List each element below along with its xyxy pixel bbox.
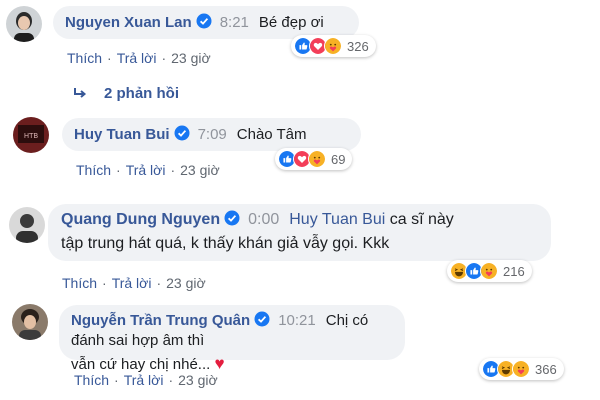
comment-age[interactable]: 23 giờ — [180, 162, 220, 178]
like-link[interactable]: Thích — [76, 162, 111, 178]
view-replies-link[interactable]: 2 phản hồi — [72, 85, 179, 102]
reply-link[interactable]: Trả lời — [117, 50, 157, 66]
comment-actions: Thích · Trả lời · 23 giờ — [74, 372, 218, 388]
like-link[interactable]: Thích — [74, 372, 109, 388]
comment-author[interactable]: Nguyen Xuan Lan — [65, 14, 192, 31]
avatar[interactable] — [6, 6, 42, 42]
mention-link[interactable]: Huy Tuan Bui — [289, 211, 385, 228]
reaction-summary[interactable]: 216 — [447, 260, 532, 282]
comment-text: Bé đẹp ơi — [258, 14, 324, 31]
care-icon — [324, 37, 342, 55]
comment-age[interactable]: 23 giờ — [178, 372, 218, 388]
comment-timestamp[interactable]: 0:00 — [248, 211, 279, 228]
comment-actions: Thích · Trả lời · 23 giờ — [76, 162, 220, 178]
svg-text:HTB: HTB — [24, 132, 39, 140]
verified-badge-icon — [174, 125, 190, 141]
comment-text: Chào Tâm — [236, 126, 307, 143]
avatar[interactable] — [9, 207, 45, 243]
comment-timestamp[interactable]: 10:21 — [278, 312, 316, 329]
avatar[interactable] — [12, 304, 48, 340]
care-icon — [480, 262, 498, 280]
avatar[interactable]: HTB — [13, 117, 49, 153]
reaction-count: 366 — [535, 361, 557, 377]
comment-author[interactable]: Huy Tuan Bui — [74, 126, 170, 143]
comment-author[interactable]: Nguyễn Trần Trung Quân — [71, 312, 250, 329]
reaction-summary[interactable]: 366 — [479, 358, 564, 380]
like-link[interactable]: Thích — [67, 50, 102, 66]
comment-actions: Thích · Trả lời · 23 giờ — [67, 50, 211, 66]
comment-bubble: Quang Dung Nguyen 0:00 Huy Tuan Bui ca sĩ … — [48, 204, 551, 261]
comment-bubble: Nguyễn Trần Trung Quân 10:21 Chị có đánh s… — [59, 305, 405, 373]
comment-text: vẫn cứ hay chị nhé... — [71, 356, 211, 373]
comment-bubble: Huy Tuan Bui 7:09 Chào Tâm — [62, 118, 361, 151]
care-icon — [308, 150, 326, 168]
reply-link[interactable]: Trả lời — [112, 275, 152, 291]
reaction-count: 216 — [503, 263, 525, 279]
reaction-summary[interactable]: 326 — [291, 35, 376, 57]
comment-text: ca sĩ này — [389, 211, 454, 228]
reply-arrow-icon — [74, 87, 87, 98]
comment-actions: Thích · Trả lời · 23 giờ — [62, 275, 206, 291]
heart-emoji: ♥ — [214, 354, 225, 373]
verified-badge-icon — [254, 311, 270, 327]
reply-link[interactable]: Trả lời — [126, 162, 166, 178]
comment-timestamp[interactable]: 7:09 — [198, 126, 227, 143]
reaction-summary[interactable]: 69 — [275, 148, 353, 170]
reaction-count: 326 — [347, 38, 369, 54]
comment-text: tập trung hát quá, k thấy khán giả vẫy g… — [61, 235, 390, 252]
like-link[interactable]: Thích — [62, 275, 97, 291]
reply-link[interactable]: Trả lời — [124, 372, 164, 388]
comment-author[interactable]: Quang Dung Nguyen — [61, 211, 220, 228]
reaction-count: 69 — [331, 151, 346, 167]
verified-badge-icon — [224, 210, 240, 226]
comment-age[interactable]: 23 giờ — [166, 275, 206, 291]
comment-timestamp[interactable]: 8:21 — [220, 14, 249, 31]
comment-age[interactable]: 23 giờ — [171, 50, 211, 66]
verified-badge-icon — [196, 13, 212, 29]
care-icon — [512, 360, 530, 378]
replies-count[interactable]: 2 phản hồi — [104, 85, 179, 102]
